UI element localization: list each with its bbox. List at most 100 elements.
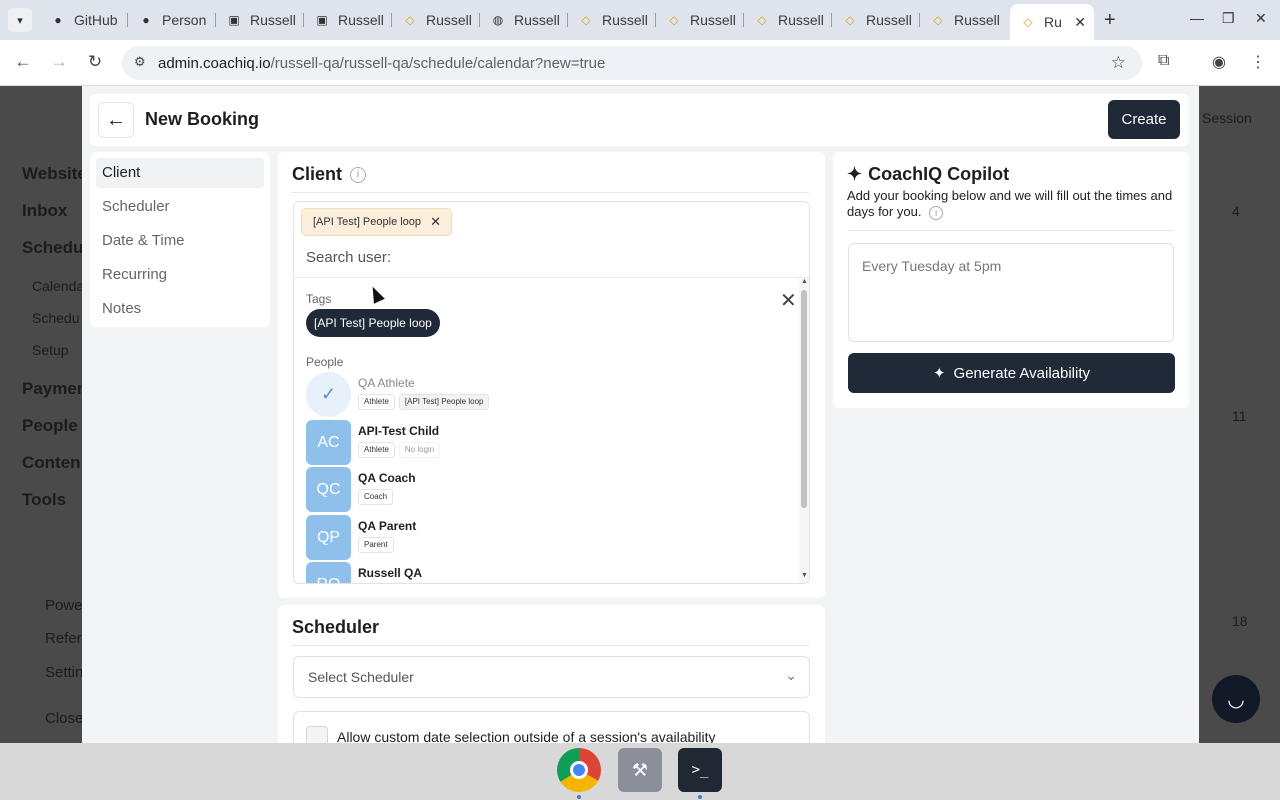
avatar: QC [306, 467, 351, 512]
person-option[interactable]: QC QA Coach Coach [306, 467, 786, 512]
coachiq-icon: ◇ [1023, 15, 1033, 29]
site-settings-icon[interactable]: ⚙ [134, 54, 146, 70]
person-badges: Athlete No login [358, 442, 441, 458]
profile-icon[interactable]: ◉ [1212, 52, 1226, 72]
folder-icon: ▣ [316, 13, 328, 27]
nav-item-scheduler[interactable]: Scheduler [96, 192, 264, 222]
info-icon[interactable]: i [929, 206, 944, 220]
browser-tabstrip: ▾ ● GitHub ● Person ▣ Russell ▣ Russell … [0, 0, 1280, 40]
tab-close-icon[interactable]: ✕ [1074, 14, 1086, 31]
custom-date-checkbox[interactable] [306, 726, 328, 743]
menu-kebab-icon[interactable]: ⋮ [1250, 52, 1266, 72]
address-bar[interactable]: ⚙ admin.coachiq.io/russell-qa/russell-qa… [122, 46, 1142, 80]
bg-nav-item: Website [22, 164, 87, 183]
back-arrow-icon[interactable]: ← [12, 52, 34, 72]
person-name: Russell QA [358, 566, 423, 580]
bg-header-button: Session [1202, 110, 1252, 126]
minimize-icon[interactable]: — [1190, 10, 1204, 26]
scroll-down-icon[interactable]: ▼ [801, 572, 808, 579]
bookmark-star-icon[interactable]: ☆ [1111, 53, 1126, 73]
people-label: People [306, 355, 344, 369]
person-option[interactable]: AC API-Test Child Athlete No login [306, 420, 786, 465]
avatar: QP [306, 515, 351, 560]
nav-item-client[interactable]: Client [96, 158, 264, 188]
maximize-icon[interactable]: ❐ [1222, 10, 1235, 27]
bg-nav-item: Conten [22, 453, 81, 472]
extensions-icon[interactable]: ⧉ [1158, 52, 1169, 70]
check-icon: ✓ [306, 372, 351, 417]
nav-item-notes[interactable]: Notes [96, 294, 264, 324]
browser-tab[interactable]: ◇ Russell [744, 6, 832, 34]
tool-app-icon[interactable]: ⚒ [618, 748, 662, 792]
bg-nav-item: Setup [32, 342, 69, 358]
copilot-prompt-input[interactable] [848, 243, 1174, 342]
page-title: New Booking [145, 109, 260, 129]
coachiq-icon: ◇ [933, 13, 943, 27]
create-button[interactable]: Create [1108, 100, 1180, 139]
role-badge: Parent [358, 537, 394, 553]
browser-tab[interactable]: ▣ Russell [216, 6, 304, 34]
browser-tab[interactable]: ◇ Russell [832, 6, 920, 34]
nav-item-recurring[interactable]: Recurring [96, 260, 264, 290]
coachiq-icon: ◇ [845, 13, 855, 27]
terminal-icon[interactable]: >_ [678, 748, 722, 792]
generate-availability-button[interactable]: ✦ Generate Availability [848, 353, 1175, 393]
coachiq-icon: ◇ [405, 13, 415, 27]
custom-date-option: Allow custom date selection outside of a… [293, 711, 810, 743]
running-indicator [577, 795, 581, 799]
browser-tab-active[interactable]: ◇ Ru ✕ [1010, 4, 1094, 40]
search-user-input[interactable] [306, 246, 786, 268]
scroll-up-icon[interactable]: ▲ [801, 278, 808, 285]
new-booking-modal: ← New Booking Create Client Scheduler Da… [82, 86, 1199, 743]
browser-tab[interactable]: ● Person [128, 6, 216, 34]
bg-nav-item: People [22, 416, 78, 435]
browser-tab[interactable]: ◇ Russell [656, 6, 744, 34]
selected-chip: [API Test] People loop ✕ [301, 208, 453, 236]
chat-support-button[interactable]: ◡ [1212, 675, 1260, 723]
bg-nav-item: Schedu [32, 310, 80, 326]
browser-tab[interactable]: ◇ Russell [920, 6, 1008, 34]
scrollbar-thumb[interactable] [801, 290, 807, 508]
checkbox-label: Allow custom date selection outside of a… [337, 729, 716, 743]
info-icon[interactable]: i [350, 166, 367, 183]
window-close-icon[interactable]: ✕ [1255, 10, 1267, 27]
github-icon: ● [54, 13, 62, 27]
avatar: AC [306, 420, 351, 465]
nav-item-date-time[interactable]: Date & Time [96, 226, 264, 256]
bg-footer-item: Settin [45, 664, 84, 681]
role-badge: Athlete [358, 394, 395, 410]
person-option[interactable]: RQ Russell QA [306, 562, 786, 583]
browser-tab[interactable]: ● GitHub [40, 6, 128, 34]
person-option[interactable]: ✓ QA Athlete Athlete [API Test] People l… [306, 372, 786, 417]
folder-icon: ▣ [228, 13, 240, 27]
browser-tab[interactable]: ◇ Russell [568, 6, 656, 34]
browser-tab[interactable]: ◍ Russell [480, 6, 568, 34]
chevron-down-icon: ⌄ [785, 667, 797, 683]
back-button[interactable]: ← [98, 102, 134, 138]
status-badge: No login [398, 442, 441, 458]
chrome-icon[interactable] [557, 748, 601, 792]
url-text[interactable]: admin.coachiq.io/russell-qa/russell-qa/s… [158, 55, 605, 72]
person-name: QA Athlete [358, 376, 415, 390]
forward-arrow-icon[interactable]: → [48, 52, 70, 72]
remove-chip-icon[interactable]: ✕ [430, 209, 441, 235]
browser-tab[interactable]: ◇ Russell [392, 6, 480, 34]
person-option[interactable]: QP QA Parent Parent [306, 515, 786, 560]
avatar: RQ [306, 562, 351, 583]
scheduler-section: Scheduler Select Scheduler ⌄ Allow custo… [278, 605, 825, 743]
tab-search-icon[interactable]: ▾ [8, 8, 32, 32]
reload-icon[interactable]: ↻ [84, 52, 106, 72]
sparkles-icon: ✦ [847, 164, 863, 184]
copilot-description: Add your booking below and we will fill … [847, 188, 1173, 220]
globe-icon: ◍ [492, 13, 504, 27]
new-tab-icon[interactable]: + [1104, 9, 1116, 32]
bg-calendar-number: 4 [1232, 203, 1240, 219]
os-taskbar: ⚒ >_ [0, 743, 1280, 800]
scheduler-select[interactable]: Select Scheduler ⌄ [293, 656, 810, 698]
tag-option[interactable]: [API Test] People loop [306, 309, 440, 337]
tag-badge: [API Test] People loop [398, 394, 490, 410]
close-icon[interactable]: ✕ [780, 288, 797, 313]
running-indicator [698, 795, 702, 799]
browser-tab[interactable]: ▣ Russell [304, 6, 392, 34]
scrollbar[interactable]: ▲ ▼ [799, 278, 809, 583]
